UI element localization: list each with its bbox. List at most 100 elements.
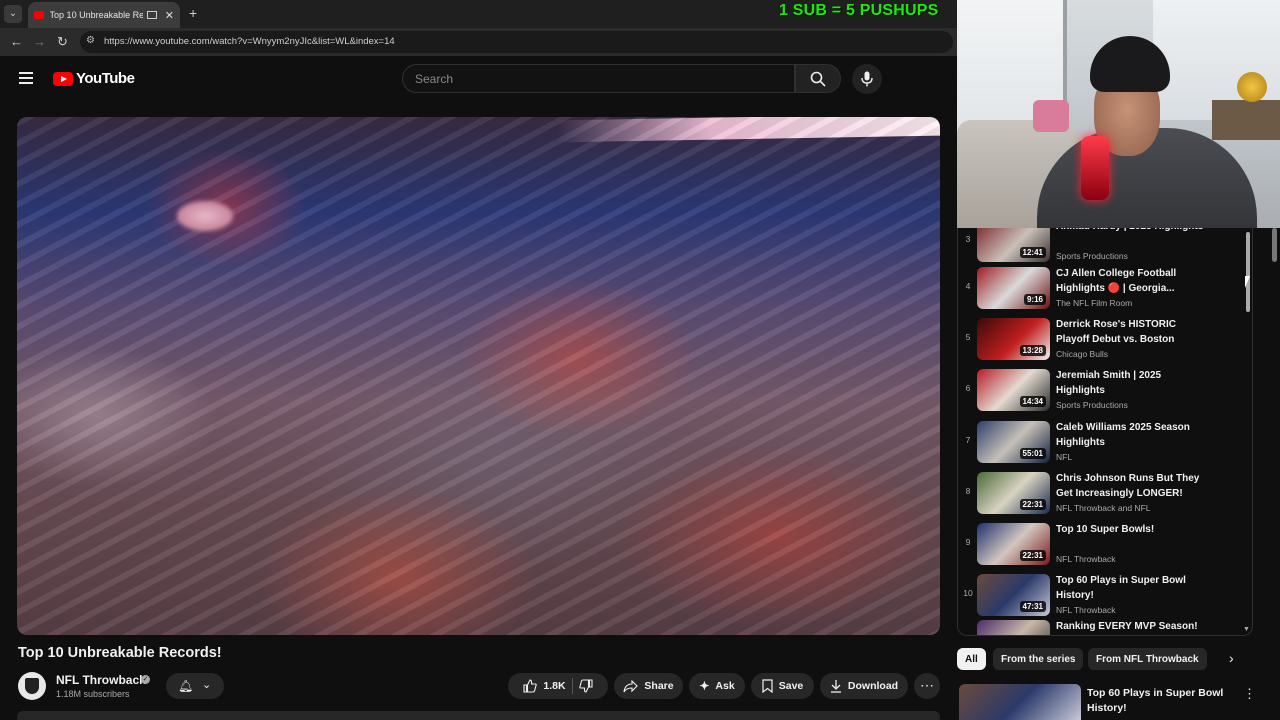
playlist-item[interactable]: 10 47:31 Top 60 Plays in Super Bowl Histor…	[958, 572, 1252, 623]
notifications-button[interactable]: 🔔︎ ⌄	[166, 673, 224, 699]
webcam-shelf	[1212, 100, 1280, 140]
like-count[interactable]: 1.8K	[543, 680, 565, 692]
microphone-icon	[861, 71, 873, 87]
playlist-item-title[interactable]: Caleb Williams 2025 Season Highlights	[1056, 420, 1206, 450]
playlist-index: 10	[963, 588, 973, 598]
playlist-item[interactable]: 8 22:31 Chris Johnson Runs But They Get In…	[958, 470, 1252, 521]
playlist-thumbnail[interactable]: 14:34	[977, 369, 1050, 411]
channel-avatar[interactable]	[18, 672, 46, 700]
thumbs-up-icon[interactable]	[523, 679, 538, 693]
playlist-item[interactable]: 5 13:28 Derrick Rose's HISTORIC Playoff De…	[958, 316, 1252, 367]
share-icon	[623, 679, 639, 692]
playlist-item-title[interactable]: Derrick Rose's HISTORIC Playoff Debut vs…	[1056, 317, 1206, 347]
site-settings-icon[interactable]: ⚙	[86, 35, 95, 46]
tab-close-icon[interactable]: ✕	[165, 9, 174, 22]
playlist-item-title[interactable]: Chris Johnson Runs But They Get Increasi…	[1056, 471, 1206, 501]
playlist-thumbnail[interactable]: 55:01	[977, 421, 1050, 463]
download-button[interactable]: Download	[820, 673, 908, 699]
playlist-item-channel: NFL Throwback	[1056, 554, 1116, 564]
playlist-index: 9	[965, 537, 971, 547]
bookmark-icon	[762, 679, 773, 693]
url-field[interactable]: ⚙ https://www.youtube.com/watch?v=Wnyym2…	[80, 31, 953, 53]
playlist-item-title[interactable]: Top 10 Super Bowls!	[1056, 522, 1206, 537]
playlist-item[interactable]: 7 55:01 Caleb Williams 2025 Season Highlig…	[958, 419, 1252, 470]
share-button[interactable]: Share	[614, 673, 683, 699]
description-box[interactable]	[17, 711, 940, 720]
ask-button[interactable]: ✦ Ask	[689, 673, 745, 699]
recommendation-filter-chips: All From the series From NFL Throwback ›	[957, 646, 1280, 672]
search-icon	[810, 71, 826, 87]
playlist-thumbnail[interactable]	[977, 620, 1050, 635]
more-actions-button[interactable]: ⋯	[914, 673, 940, 699]
playlist-item[interactable]: 6 14:34 Jeremiah Smith | 2025 Highlights Sp…	[958, 367, 1252, 418]
chip-all[interactable]: All	[957, 648, 986, 670]
webcam-overlay	[957, 0, 1280, 228]
duration-badge: 13:28	[1019, 345, 1046, 356]
chip-from-channel[interactable]: From NFL Throwback	[1088, 648, 1207, 670]
save-label: Save	[778, 680, 804, 692]
playlist-item-channel: The NFL Film Room	[1056, 298, 1133, 308]
thumbs-down-icon[interactable]	[578, 679, 593, 693]
chip-from-series[interactable]: From the series	[993, 648, 1084, 670]
search-button[interactable]	[795, 64, 841, 93]
more-options-icon[interactable]: ⋮	[1243, 686, 1256, 702]
reload-icon[interactable]: ↻	[57, 34, 68, 50]
recommended-title[interactable]: Top 60 Plays in Super Bowl History!	[1087, 686, 1237, 716]
page-scrollbar[interactable]	[1272, 228, 1277, 262]
playlist-item-title[interactable]: CJ Allen College Football Highlights 🔴 |…	[1056, 266, 1206, 296]
browser-tab-active[interactable]: Top 10 Unbreakable Records! ✕	[28, 2, 180, 28]
recommended-thumbnail[interactable]	[959, 684, 1081, 720]
playlist-item-title[interactable]: Top 60 Plays in Super Bowl History!	[1056, 573, 1206, 603]
forward-arrow-icon[interactable]: →	[33, 34, 46, 49]
subscriber-count: 1.18M subscribers	[56, 689, 130, 699]
duration-badge: 55:01	[1019, 448, 1046, 459]
browser-window: ⌄ Top 10 Unbreakable Records! ✕ + ← → ↻ …	[0, 0, 957, 720]
playlist-thumbnail[interactable]: 47:31	[977, 574, 1050, 616]
playlist-item-title[interactable]: Jeremiah Smith | 2025 Highlights	[1056, 368, 1206, 398]
media-playing-icon[interactable]	[147, 11, 157, 19]
menu-icon[interactable]	[19, 72, 33, 84]
duration-badge: 22:31	[1019, 550, 1046, 561]
playlist-item-title[interactable]: Ranking EVERY MVP Season!	[1056, 619, 1206, 634]
back-arrow-icon[interactable]: ←	[10, 34, 23, 49]
playlist-thumbnail[interactable]: 13:28	[977, 318, 1050, 360]
search-input[interactable]: Search	[402, 64, 795, 93]
channel-name[interactable]: NFL Throwback	[56, 673, 146, 687]
video-title: Top 10 Unbreakable Records!	[18, 645, 222, 661]
playlist-item[interactable]: 3 12:41 Ahmad Hardy | 2025 Highlights Sport…	[958, 228, 1252, 269]
youtube-logo[interactable]: YouTube	[53, 70, 135, 87]
youtube-play-icon	[53, 71, 73, 86]
download-label: Download	[847, 680, 899, 692]
playlist-thumbnail[interactable]: 12:41	[977, 228, 1050, 262]
video-player[interactable]	[17, 117, 940, 635]
chevron-right-icon[interactable]: ›	[1229, 650, 1234, 666]
duration-badge: 14:34	[1019, 396, 1046, 407]
playlist-item[interactable]: 11 Ranking EVERY MVP Season!	[958, 618, 1252, 635]
ask-label: Ask	[715, 680, 735, 692]
bell-icon: 🔔︎	[178, 679, 194, 693]
youtube-favicon-icon	[34, 11, 44, 19]
playlist-thumbnail[interactable]: 22:31	[977, 472, 1050, 514]
save-button[interactable]: Save	[751, 673, 814, 699]
tab-search-button[interactable]: ⌄	[4, 5, 22, 23]
playlist-index: 7	[965, 435, 971, 445]
playlist-scrollbar[interactable]	[1246, 232, 1250, 312]
search-placeholder: Search	[415, 72, 454, 86]
playlist-item[interactable]: 4 9:16 CJ Allen College Football Highlight…	[958, 265, 1252, 316]
playlist-item-title[interactable]: Ahmad Hardy | 2025 Highlights	[1056, 228, 1206, 234]
playlist-index: 3	[965, 234, 971, 244]
playlist-thumbnail[interactable]: 22:31	[977, 523, 1050, 565]
playlist-item-channel: NFL Throwback	[1056, 605, 1116, 615]
address-bar-row: ← → ↻ ⚙ https://www.youtube.com/watch?v=…	[0, 28, 957, 56]
playlist-index: 5	[965, 332, 971, 342]
scroll-down-arrow-icon[interactable]: ▼	[1243, 626, 1250, 633]
voice-search-button[interactable]	[852, 64, 882, 94]
share-label: Share	[644, 680, 674, 692]
chevron-down-icon: ⌄	[202, 679, 212, 691]
download-icon	[830, 680, 841, 693]
playlist-thumbnail[interactable]: 9:16	[977, 267, 1050, 309]
new-tab-button[interactable]: +	[189, 5, 197, 21]
playlist-item[interactable]: 9 22:31 Top 10 Super Bowls! NFL Throwback	[958, 521, 1252, 572]
duration-badge: 12:41	[1019, 247, 1046, 258]
recommended-video[interactable]: Top 60 Plays in Super Bowl History! ⋮	[957, 684, 1280, 720]
